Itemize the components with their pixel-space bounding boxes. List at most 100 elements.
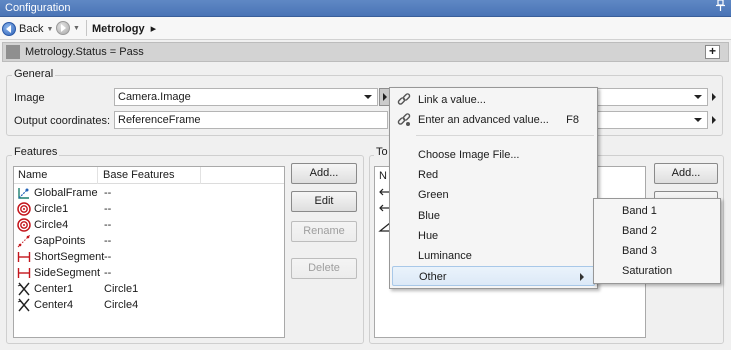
image-label: Image [14,92,45,104]
menu-item-other[interactable]: Other [392,266,595,286]
menu-item-label: Luminance [418,250,472,262]
back-arrow-icon [2,22,16,36]
tolerances-legend: To [374,146,390,158]
forward-arrow-icon [56,21,70,35]
image-context-menu: Link a value... Enter an advanced value.… [389,87,598,289]
column-header-base-features[interactable]: Base Features [99,167,201,184]
breadcrumb-item[interactable]: Metrology [92,20,145,38]
status-indicator [6,45,20,59]
circle-target-icon [17,218,31,232]
list-item[interactable]: SideSegment -- [14,265,284,281]
submenu-item-band-2[interactable]: Band 2 [596,221,718,241]
menu-separator [416,135,594,136]
link-advanced-icon [397,113,411,134]
menu-item-blue[interactable]: Blue [392,206,595,226]
chevron-down-icon [364,95,372,99]
breadcrumb-arrow-icon[interactable]: ▸ [151,20,157,38]
feature-name: GlobalFrame [34,187,98,199]
menu-item-label: Red [418,169,439,181]
menu-item-label: Enter an advanced value... [418,114,549,126]
feature-base: Circle1 [104,283,139,295]
submenu-item-label: Band 3 [622,245,657,257]
expand-button[interactable]: + [705,45,720,59]
list-item[interactable]: Center1 Circle1 [14,281,284,297]
submenu-item-label: Band 2 [622,225,657,237]
menu-item-hue[interactable]: Hue [392,226,595,246]
chevron-right-icon[interactable] [712,116,716,124]
list-item[interactable]: ShortSegment -- [14,249,284,265]
menu-item-luminance[interactable]: Luminance [392,246,595,266]
menu-item-red[interactable]: Red [392,165,595,185]
back-button[interactable]: Back ▼ [2,20,53,38]
center-icon [17,298,31,312]
menu-item-shortcut: F8 [566,114,579,126]
menu-item-label: Hue [418,230,439,242]
feature-name: Center4 [34,299,74,311]
circle-target-icon [17,202,31,216]
image-value: Camera.Image [118,91,191,103]
feature-base: Circle4 [104,299,139,311]
segment-icon [17,266,31,280]
column-header-name[interactable]: N [379,169,387,183]
features-legend: Features [12,146,60,158]
add-feature-button[interactable]: Add... [291,163,357,184]
feature-base: -- [104,203,112,215]
status-text: Metrology.Status = Pass [25,46,144,58]
window-title-bar: Configuration [0,0,731,17]
output-select[interactable]: ReferenceFrame [114,111,388,129]
list-item[interactable]: GapPoints -- [14,233,284,249]
toolbar-separator [86,20,87,36]
menu-item-label: Link a value... [418,94,486,106]
features-list[interactable]: Name Base Features GlobalFrame -- Circle… [13,166,285,338]
menu-item-link-value[interactable]: Link a value... [392,90,595,110]
pin-icon[interactable] [714,0,726,17]
add-tolerance-button[interactable]: Add... [654,163,718,184]
feature-base: -- [104,267,112,279]
submenu-arrow-icon [580,273,584,281]
back-label: Back [19,23,44,35]
feature-name: ShortSegment [34,251,105,263]
features-list-header: Name Base Features [14,167,284,184]
back-dropdown-icon[interactable]: ▼ [46,26,53,33]
feature-base: -- [104,219,112,231]
menu-item-label: Blue [418,210,441,222]
delete-feature-button[interactable]: Delete [291,258,357,279]
toolbar: Back ▼ ▼ Metrology ▸ [0,17,731,40]
breadcrumb[interactable]: Metrology ▸ [92,20,156,38]
submenu-item-band-1[interactable]: Band 1 [596,201,718,221]
list-item[interactable]: GlobalFrame -- [14,185,284,201]
menu-item-green[interactable]: Green [392,185,595,205]
right-select-1[interactable] [598,88,708,106]
status-bar: Metrology.Status = Pass + [2,42,729,62]
column-header-name[interactable]: Name [14,167,98,184]
window-title: Configuration [5,2,71,14]
feature-base: -- [104,235,112,247]
feature-name: Circle4 [34,219,69,231]
list-item[interactable]: Circle1 -- [14,201,284,217]
rename-feature-button[interactable]: Rename [291,221,357,242]
list-item[interactable]: Center4 Circle4 [14,297,284,313]
menu-item-choose-image-file[interactable]: Choose Image File... [392,145,595,165]
forward-button[interactable]: ▼ [56,21,80,35]
submenu-item-saturation[interactable]: Saturation [596,261,718,281]
output-value: ReferenceFrame [118,114,201,126]
chevron-right-icon [383,93,387,101]
submenu-item-band-3[interactable]: Band 3 [596,241,718,261]
forward-dropdown-icon[interactable]: ▼ [73,25,80,32]
menu-item-advanced-value[interactable]: Enter an advanced value... F8 [392,110,595,130]
feature-base: -- [104,251,112,263]
right-select-2[interactable] [598,111,708,129]
menu-item-label: Choose Image File... [418,149,520,161]
segment-icon [17,250,31,264]
list-item[interactable]: Circle4 -- [14,217,284,233]
menu-item-label: Other [419,271,447,283]
submenu-item-label: Band 1 [622,205,657,217]
edit-feature-button[interactable]: Edit [291,191,357,212]
chevron-right-icon[interactable] [712,93,716,101]
menu-item-label: Green [418,189,449,201]
other-submenu: Band 1 Band 2 Band 3 Saturation [593,198,721,284]
gap-points-icon [17,234,31,248]
image-select[interactable]: Camera.Image [114,88,378,106]
feature-name: Circle1 [34,203,69,215]
feature-name: Center1 [34,283,74,295]
